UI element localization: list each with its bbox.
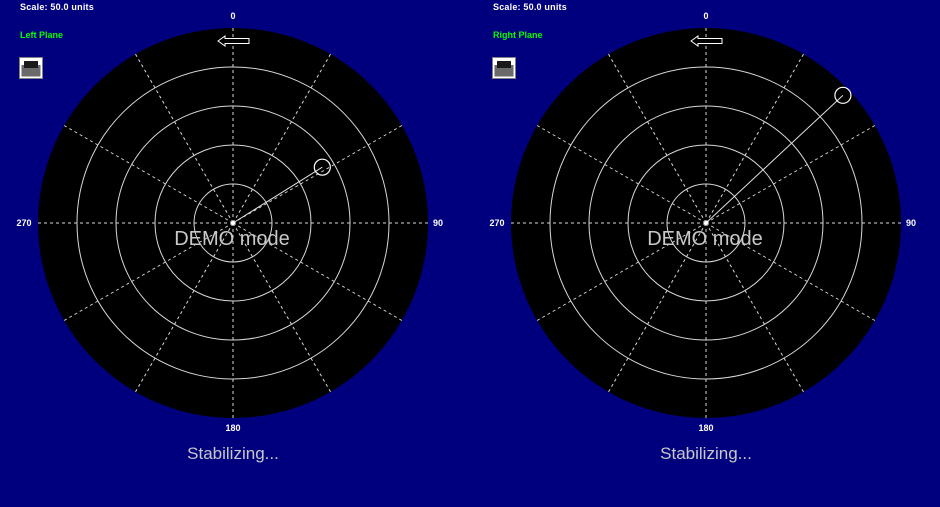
demo-mode-text: DEMO mode — [647, 228, 763, 250]
status-text: Stabilizing... — [660, 444, 752, 463]
radar-display: 0 90 180 270 DEMO mode — [16, 11, 443, 433]
bearing-label-270: 270 — [489, 218, 504, 228]
bearing-label-180: 180 — [698, 423, 713, 433]
radar-display: 0 90 180 270 DEMO mode — [489, 11, 916, 433]
demo-mode-text: DEMO mode — [174, 228, 290, 250]
bearing-label-180: 180 — [225, 423, 240, 433]
bearing-label-90: 90 — [433, 218, 443, 228]
status-text: Stabilizing... — [187, 444, 279, 463]
bearing-label-0: 0 — [703, 11, 708, 21]
bearing-label-0: 0 — [230, 11, 235, 21]
center-point — [704, 221, 708, 225]
center-point — [231, 221, 235, 225]
left-plane-panel: Scale: 50.0 units Left Plane 0 90 180 27… — [0, 0, 470, 507]
bearing-label-270: 270 — [16, 218, 31, 228]
bearing-label-90: 90 — [906, 218, 916, 228]
right-plane-panel: Scale: 50.0 units Right Plane 0 90 180 2… — [473, 0, 940, 507]
